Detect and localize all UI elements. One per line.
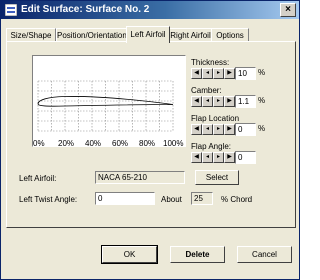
x-tick-80: 80% xyxy=(139,139,156,148)
thickness-field[interactable]: 10 xyxy=(235,67,256,80)
airfoil-outline xyxy=(37,96,174,107)
x-tick-20: 20% xyxy=(58,139,75,148)
left-twist-angle-label: Left Twist Angle: xyxy=(19,195,78,204)
x-tick-40: 40% xyxy=(85,139,102,148)
airfoil-plot-canvas xyxy=(37,80,174,132)
close-button[interactable]: × xyxy=(280,3,296,17)
percent-chord-label: % Chord xyxy=(221,195,253,204)
camber-unit: % xyxy=(258,96,266,105)
about-label: About xyxy=(161,195,182,204)
camber-field[interactable]: 1.1 xyxy=(235,95,256,108)
camber-decrease-fast[interactable]: ◀ xyxy=(191,96,202,107)
tab-size-shape[interactable]: Size/Shape xyxy=(6,28,56,42)
left-airfoil-label: Left Airfoil: xyxy=(19,174,57,183)
flap-angle-increase-fast[interactable]: ▶ xyxy=(224,152,235,163)
camber-increase[interactable]: ▸ xyxy=(213,96,224,107)
thickness-decrease[interactable]: ◂ xyxy=(202,68,213,79)
left-twist-angle-field[interactable]: 0 xyxy=(95,192,155,205)
cancel-button[interactable]: Cancel xyxy=(237,246,292,263)
camber-label: Camber: xyxy=(191,86,222,95)
ok-button[interactable]: OK xyxy=(101,245,158,264)
x-tick-0: 0% xyxy=(33,139,45,148)
flap-location-unit: % xyxy=(258,124,266,133)
thickness-unit: % xyxy=(258,68,266,77)
flap-location-decrease[interactable]: ◂ xyxy=(202,124,213,135)
thickness-increase-fast[interactable]: ▶ xyxy=(224,68,235,79)
flap-location-increase[interactable]: ▸ xyxy=(213,124,224,135)
camber-decrease[interactable]: ◂ xyxy=(202,96,213,107)
select-airfoil-button[interactable]: Select xyxy=(195,170,239,185)
dialog-title: Edit Surface: Surface No. 2 xyxy=(21,4,150,15)
tab-position-orientation[interactable]: Position/Orientation xyxy=(56,28,127,42)
flap-angle-label: Flap Angle: xyxy=(191,142,232,151)
flap-angle-field[interactable]: 0 xyxy=(235,151,256,164)
flap-angle-decrease-fast[interactable]: ◀ xyxy=(191,152,202,163)
left-airfoil-field: NACA 65-210 xyxy=(95,171,185,184)
delete-button[interactable]: Delete xyxy=(170,246,225,263)
flap-location-label: Flap Location xyxy=(191,114,240,123)
tab-right-airfoil[interactable]: Right Airfoil xyxy=(169,28,212,42)
x-tick-100: 100% xyxy=(163,139,184,148)
about-chord-field: 25 xyxy=(191,192,213,205)
x-tick-60: 60% xyxy=(112,139,129,148)
title-bar[interactable]: Edit Surface: Surface No. 2 × xyxy=(1,1,299,19)
tab-left-airfoil[interactable]: Left Airfoil xyxy=(126,26,170,43)
tab-options[interactable]: Options xyxy=(211,28,249,42)
camber-increase-fast[interactable]: ▶ xyxy=(224,96,235,107)
flap-location-field[interactable]: 0 xyxy=(235,123,256,136)
thickness-label: Thickness: xyxy=(191,58,230,67)
flap-angle-increase[interactable]: ▸ xyxy=(213,152,224,163)
airfoil-plot xyxy=(32,55,186,147)
thickness-decrease-fast[interactable]: ◀ xyxy=(191,68,202,79)
thickness-increase[interactable]: ▸ xyxy=(213,68,224,79)
flap-location-decrease-fast[interactable]: ◀ xyxy=(191,124,202,135)
app-icon xyxy=(5,4,17,16)
flap-location-increase-fast[interactable]: ▶ xyxy=(224,124,235,135)
dialog-window: Edit Surface: Surface No. 2 × Size/Shape… xyxy=(0,0,300,280)
flap-angle-decrease[interactable]: ◂ xyxy=(202,152,213,163)
